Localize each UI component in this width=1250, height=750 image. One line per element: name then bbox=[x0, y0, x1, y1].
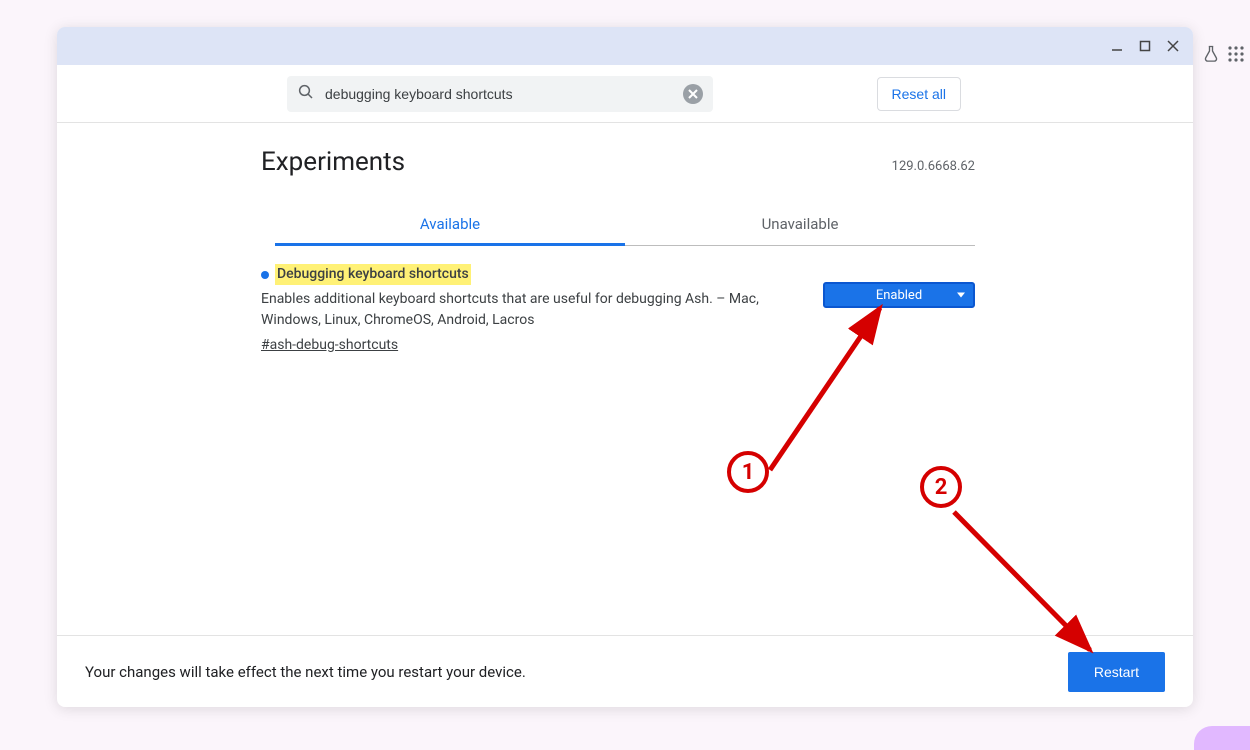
page-title: Experiments bbox=[261, 147, 445, 177]
content-area: Experiments 129.0.6668.62 Available Unav… bbox=[57, 123, 1193, 635]
search-icon bbox=[297, 83, 315, 105]
browser-chrome-icons bbox=[1202, 40, 1244, 72]
tab-available[interactable]: Available bbox=[275, 203, 625, 245]
flask-icon[interactable] bbox=[1202, 45, 1220, 68]
tab-unavailable[interactable]: Unavailable bbox=[625, 203, 975, 245]
version-label: 129.0.6668.62 bbox=[892, 159, 975, 174]
decorative-corner bbox=[1194, 726, 1250, 750]
modified-dot-icon bbox=[261, 271, 269, 279]
titlebar bbox=[57, 27, 1193, 65]
flag-title: Debugging keyboard shortcuts bbox=[275, 264, 471, 285]
flag-state-value: Enabled bbox=[876, 288, 922, 303]
restart-button[interactable]: Restart bbox=[1068, 652, 1165, 692]
app-window: Reset all Experiments 129.0.6668.62 Avai… bbox=[57, 27, 1193, 707]
footer: Your changes will take effect the next t… bbox=[57, 635, 1193, 707]
flag-row: Debugging keyboard shortcuts Enables add… bbox=[261, 264, 975, 356]
reset-all-button[interactable]: Reset all bbox=[877, 77, 961, 111]
footer-message: Your changes will take effect the next t… bbox=[85, 663, 526, 681]
tabs: Available Unavailable bbox=[275, 203, 975, 246]
apps-grid-icon[interactable] bbox=[1228, 46, 1244, 66]
flag-state-select[interactable]: Enabled bbox=[823, 282, 975, 308]
maximize-button[interactable] bbox=[1131, 32, 1159, 60]
search-input[interactable] bbox=[325, 86, 673, 102]
clear-search-icon[interactable] bbox=[683, 84, 703, 104]
search-field[interactable] bbox=[287, 76, 713, 112]
close-button[interactable] bbox=[1159, 32, 1187, 60]
toolbar: Reset all bbox=[57, 65, 1193, 123]
minimize-button[interactable] bbox=[1103, 32, 1131, 60]
flag-hash-link[interactable]: #ash-debug-shortcuts bbox=[261, 335, 398, 356]
flag-description: Enables additional keyboard shortcuts th… bbox=[261, 289, 803, 331]
